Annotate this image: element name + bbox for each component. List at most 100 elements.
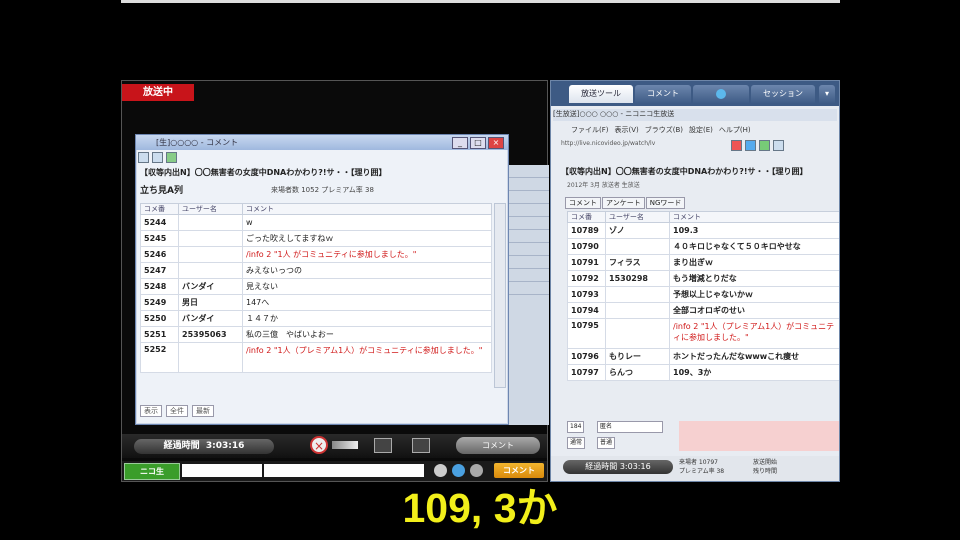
refresh-icon[interactable] xyxy=(152,152,163,163)
window-toolbar xyxy=(138,152,180,164)
table-row[interactable]: 5248 バンダイ 見えない xyxy=(140,278,492,295)
subtab-ngword[interactable]: NGワード xyxy=(645,197,686,209)
menu-file[interactable]: ファイル(F) xyxy=(571,126,609,134)
menu-help[interactable]: ヘルプ(H) xyxy=(719,126,751,134)
comment-subtabs: コメント アンケート NGワード xyxy=(565,197,686,209)
table-row[interactable]: 5252/info 2 "1人（プレミアム1人）がコミュニティに参加しました。" xyxy=(140,342,492,373)
size-select[interactable]: 普通 xyxy=(597,437,616,449)
settings-icon[interactable] xyxy=(470,464,483,477)
comment-user: ゾノ xyxy=(605,222,670,239)
minimize-button[interactable]: _ xyxy=(452,137,468,149)
mute-icon[interactable]: × xyxy=(310,436,328,454)
command-input[interactable] xyxy=(182,464,262,477)
user-icon[interactable] xyxy=(434,464,447,477)
stream-seat-label: 立ち見A列 xyxy=(140,186,183,196)
record-icon[interactable] xyxy=(731,140,742,151)
tab-twitter[interactable] xyxy=(693,85,749,103)
comment-number: 10793 xyxy=(567,286,606,303)
mode-select[interactable]: 通常 xyxy=(567,437,586,449)
volume-slider[interactable] xyxy=(332,441,358,449)
table-row[interactable]: 5244 w xyxy=(140,214,492,231)
tab-session[interactable]: セッション xyxy=(751,85,815,103)
range-select[interactable]: 全件 xyxy=(166,405,188,417)
table-row[interactable]: 10797 らんつ 109、3か xyxy=(567,364,839,381)
config-icon[interactable] xyxy=(773,140,784,151)
comment-text: /info 2 "1人（プレミアム1人）がコミュニティに参加しました。" xyxy=(242,342,492,373)
column-header[interactable]: ユーザー名 xyxy=(178,203,243,215)
comment-number: 10790 xyxy=(567,238,606,255)
table-row[interactable]: 10790 ４０キロじゃなくて５０キロやせな xyxy=(567,238,839,255)
table-row[interactable]: 10794 全部コオロギのせい xyxy=(567,302,839,319)
comment-text: ４０キロじゃなくて５０キロやせな xyxy=(669,238,839,255)
count-select[interactable]: 184 xyxy=(567,421,585,433)
comment-mode-button[interactable]: コメント xyxy=(456,437,540,454)
anonymity-select[interactable]: 匿名 xyxy=(597,421,663,433)
maximize-button[interactable]: □ xyxy=(470,137,486,149)
subtab-comment[interactable]: コメント xyxy=(565,197,601,209)
table-row[interactable]: 5245 ごった吹えしてますねｗ xyxy=(140,230,492,247)
subtab-survey[interactable]: アンケート xyxy=(602,197,645,209)
tab-comment[interactable]: コメント xyxy=(635,85,691,103)
table-row[interactable]: 10796 もりレー ホントだったんだなwwwこれ痩せ xyxy=(567,348,839,365)
table-row[interactable]: 10789 ゾノ 109.3 xyxy=(567,222,839,239)
premium-rate: プレミアム率 38 xyxy=(679,468,725,475)
connect-icon[interactable] xyxy=(166,152,177,163)
start-icon[interactable] xyxy=(759,140,770,151)
player-controls: 経過時間 3:03:16 × コメント xyxy=(122,434,547,458)
comment-text: /info 2 "1人（プレミアム1人）がコミュニティに参加しました。" xyxy=(669,318,839,349)
comment-text: 109、3か xyxy=(669,364,839,381)
comment-number: 5249 xyxy=(140,294,179,311)
comment-user xyxy=(178,230,243,247)
visitor-count: 来場者 10797 xyxy=(679,459,718,466)
table-row[interactable]: 5251 25395063 私の三億 やばいよおー xyxy=(140,326,492,343)
share-icon[interactable] xyxy=(452,464,465,477)
table-row[interactable]: 5249 男日 147へ xyxy=(140,294,492,311)
column-header[interactable]: コメント xyxy=(242,203,492,215)
table-row[interactable]: 10793 予想以上じゃないかｗ xyxy=(567,286,839,303)
comment-number: 10789 xyxy=(567,222,606,239)
comment-table: コメ番 ユーザー名 コメント 10789 ゾノ 109.3 10790 ４０キロじゃな… xyxy=(567,211,839,381)
background-window xyxy=(508,165,549,425)
filter-select[interactable]: 表示 xyxy=(140,405,162,417)
window-titlebar[interactable]: [生]○○○○ - コメント _ □ × xyxy=(136,135,508,150)
elapsed-time-display: 経過時間 3:03:16 xyxy=(134,439,274,454)
table-row[interactable]: 10792 1530298 もう増減とりだな xyxy=(567,270,839,287)
tab-broadcast-tool[interactable]: 放送ツール xyxy=(569,85,633,103)
video-subtitle: 109, 3か xyxy=(402,485,558,531)
fullscreen-icon[interactable] xyxy=(412,438,430,453)
comment-text: 109.3 xyxy=(669,222,839,239)
comment-user xyxy=(178,214,243,231)
column-header[interactable]: コメ番 xyxy=(140,203,179,215)
column-header[interactable]: コメント xyxy=(669,211,839,223)
comment-user: バンダイ xyxy=(178,278,243,295)
table-row[interactable]: 5246/info 2 "1人 がコミュニティに参加しました。" xyxy=(140,246,492,263)
menu-view[interactable]: 表示(V) xyxy=(615,126,639,134)
elapsed-time-display: 経過時間 3:03:16 xyxy=(563,460,673,474)
vertical-scrollbar[interactable] xyxy=(494,203,506,388)
comment-user xyxy=(605,238,670,255)
comment-number: 5248 xyxy=(140,278,179,295)
table-row[interactable]: 5247 みえないっつの xyxy=(140,262,492,279)
comment-user xyxy=(605,302,670,319)
column-header[interactable]: コメ番 xyxy=(567,211,606,223)
status-times: 放送開始 残り時間 xyxy=(753,458,777,476)
table-row[interactable]: 10791 フィラス まり出ぎｗ xyxy=(567,254,839,271)
comment-toggle-icon[interactable] xyxy=(374,438,392,453)
link-icon[interactable] xyxy=(745,140,756,151)
submit-comment-button[interactable]: コメント xyxy=(494,463,544,478)
table-row[interactable]: 5250 バンダイ １４７か xyxy=(140,310,492,327)
menu-settings[interactable]: 設定(E) xyxy=(689,126,713,134)
menu-browse[interactable]: ブラウズ(B) xyxy=(645,126,683,134)
comment-input-bar: ニコ生 コメント xyxy=(122,461,547,481)
comment-number: 5246 xyxy=(140,246,179,263)
comment-textarea[interactable] xyxy=(679,421,839,451)
column-header[interactable]: ユーザー名 xyxy=(605,211,670,223)
close-button[interactable]: × xyxy=(488,137,504,149)
table-row[interactable]: 10795/info 2 "1人（プレミアム1人）がコミュニティに参加しました。… xyxy=(567,318,839,349)
comment-input[interactable] xyxy=(264,464,424,477)
settings-icon[interactable] xyxy=(138,152,149,163)
comment-number: 10796 xyxy=(567,348,606,365)
tab-menu-chevron-icon[interactable]: ▾ xyxy=(819,85,835,103)
order-select[interactable]: 最新 xyxy=(192,405,214,417)
comment-number: 10791 xyxy=(567,254,606,271)
